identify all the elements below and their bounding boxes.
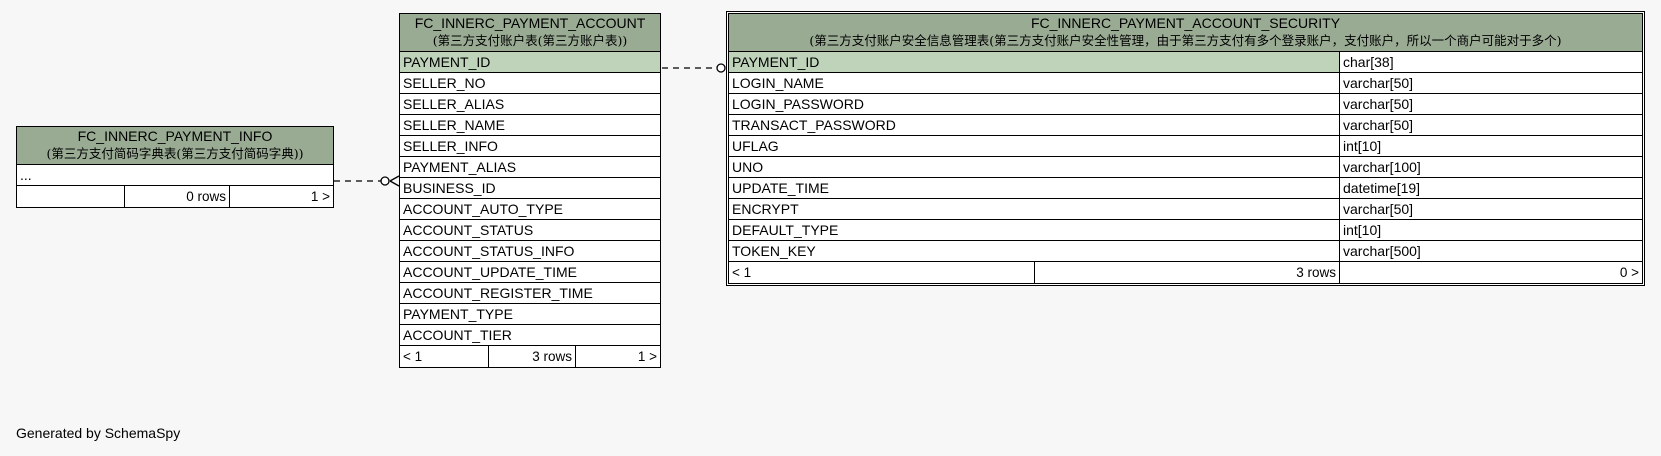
column-name: PAYMENT_ID <box>403 54 491 70</box>
table-comment: (第三方支付账户表(第三方账户表)) <box>432 33 628 48</box>
footer-left: < 1 <box>403 349 423 364</box>
link-crowfoot-top <box>389 175 400 182</box>
footer-right: 1 > <box>229 186 333 207</box>
footer-left: < 1 <box>732 265 752 280</box>
column-type: int[10] <box>1339 220 1642 240</box>
column-type: varchar[50] <box>1339 199 1642 219</box>
table-row: BUSINESS_ID <box>400 178 660 199</box>
table-row: UPDATE_TIME datetime[19] <box>729 178 1642 199</box>
table-row: ACCOUNT_STATUS_INFO <box>400 241 660 262</box>
column-type: varchar[50] <box>1339 115 1642 135</box>
column-name: SELLER_INFO <box>403 138 498 154</box>
table-row: TOKEN_KEY varchar[500] <box>729 241 1642 262</box>
column-type: varchar[50] <box>1339 94 1642 114</box>
table-row: SELLER_INFO <box>400 136 660 157</box>
table-payment-account-security[interactable]: FC_INNERC_PAYMENT_ACCOUNT_SECURITY (第三方支… <box>726 11 1645 286</box>
table-row: LOGIN_NAME varchar[50] <box>729 73 1642 94</box>
column-type: varchar[100] <box>1339 157 1642 177</box>
column-name: ... <box>20 167 32 183</box>
column-name: UNO <box>732 159 764 175</box>
table-payment-info[interactable]: FC_INNERC_PAYMENT_INFO (第三方支付简码字典表(第三方支付… <box>16 126 334 208</box>
table-row: ACCOUNT_UPDATE_TIME <box>400 262 660 283</box>
footer-row-count: 3 rows <box>1034 262 1339 283</box>
table-row: ENCRYPT varchar[50] <box>729 199 1642 220</box>
table-name: FC_INNERC_PAYMENT_INFO <box>77 128 273 144</box>
column-name: PAYMENT_ALIAS <box>403 159 517 175</box>
table-row: ACCOUNT_STATUS <box>400 220 660 241</box>
table-row-primary-key: PAYMENT_ID char[38] <box>729 52 1642 73</box>
table-row: LOGIN_PASSWORD varchar[50] <box>729 94 1642 115</box>
column-type: datetime[19] <box>1339 178 1642 198</box>
column-name: SELLER_NO <box>403 75 486 91</box>
column-name: LOGIN_PASSWORD <box>732 96 864 112</box>
table-row: TRANSACT_PASSWORD varchar[50] <box>729 115 1642 136</box>
link-optional-circle-2 <box>716 63 726 73</box>
table-footer: < 1 3 rows 0 > <box>729 262 1642 283</box>
table-name: FC_INNERC_PAYMENT_ACCOUNT <box>414 15 646 31</box>
table-row: UNO varchar[100] <box>729 157 1642 178</box>
footer-right: 1 > <box>575 346 660 367</box>
table-header: FC_INNERC_PAYMENT_ACCOUNT (第三方支付账户表(第三方账… <box>400 14 660 52</box>
column-name: PAYMENT_ID <box>732 54 820 70</box>
footer-right: 0 > <box>1339 262 1642 283</box>
table-footer: 0 rows 1 > <box>17 186 333 207</box>
link-optional-circle <box>380 176 390 186</box>
footer-row-count: 0 rows <box>124 186 229 207</box>
column-type: char[38] <box>1339 52 1642 72</box>
generated-by-note: Generated by SchemaSpy <box>16 425 181 441</box>
table-comment: (第三方支付账户安全信息管理表(第三方支付账户安全性管理，由于第三方支付有多个登… <box>809 33 1562 48</box>
table-name: FC_INNERC_PAYMENT_ACCOUNT_SECURITY <box>1030 15 1341 31</box>
column-name: ACCOUNT_STATUS <box>403 222 534 238</box>
footer-row-count: 3 rows <box>488 346 575 367</box>
column-type: varchar[500] <box>1339 241 1642 261</box>
table-row: SELLER_NAME <box>400 115 660 136</box>
table-row: PAYMENT_TYPE <box>400 304 660 325</box>
column-type: varchar[50] <box>1339 73 1642 93</box>
column-name: UFLAG <box>732 138 779 154</box>
table-payment-account[interactable]: FC_INNERC_PAYMENT_ACCOUNT (第三方支付账户表(第三方账… <box>399 13 661 368</box>
table-header: FC_INNERC_PAYMENT_ACCOUNT_SECURITY (第三方支… <box>729 14 1642 52</box>
column-name: UPDATE_TIME <box>732 180 829 196</box>
table-header: FC_INNERC_PAYMENT_INFO (第三方支付简码字典表(第三方支付… <box>17 127 333 165</box>
column-name: TRANSACT_PASSWORD <box>732 117 896 133</box>
column-name: PAYMENT_TYPE <box>403 306 513 322</box>
column-name: ENCRYPT <box>732 201 799 217</box>
column-name: ACCOUNT_AUTO_TYPE <box>403 201 563 217</box>
table-comment: (第三方支付简码字典表(第三方支付简码字典)) <box>46 146 304 161</box>
column-name: BUSINESS_ID <box>403 180 496 196</box>
table-footer: < 1 3 rows 1 > <box>400 346 660 367</box>
table-row: ACCOUNT_TIER <box>400 325 660 346</box>
table-row: ACCOUNT_AUTO_TYPE <box>400 199 660 220</box>
table-row: SELLER_ALIAS <box>400 94 660 115</box>
table-row: ACCOUNT_REGISTER_TIME <box>400 283 660 304</box>
table-row-primary-key: PAYMENT_ID <box>400 52 660 73</box>
column-name: SELLER_NAME <box>403 117 505 133</box>
column-name: ACCOUNT_REGISTER_TIME <box>403 285 593 301</box>
footer-left <box>17 186 124 207</box>
column-name: ACCOUNT_UPDATE_TIME <box>403 264 577 280</box>
column-name: ACCOUNT_TIER <box>403 327 512 343</box>
column-name: SELLER_ALIAS <box>403 96 505 112</box>
column-name: ACCOUNT_STATUS_INFO <box>403 243 575 259</box>
table-row: PAYMENT_ALIAS <box>400 157 660 178</box>
table-row: UFLAG int[10] <box>729 136 1642 157</box>
column-name: TOKEN_KEY <box>732 243 816 259</box>
column-type: int[10] <box>1339 136 1642 156</box>
column-name: LOGIN_NAME <box>732 75 824 91</box>
table-row: ... <box>17 165 333 186</box>
table-row: SELLER_NO <box>400 73 660 94</box>
table-row: DEFAULT_TYPE int[10] <box>729 220 1642 241</box>
link-crowfoot-bottom <box>389 180 400 187</box>
column-name: DEFAULT_TYPE <box>732 222 839 238</box>
